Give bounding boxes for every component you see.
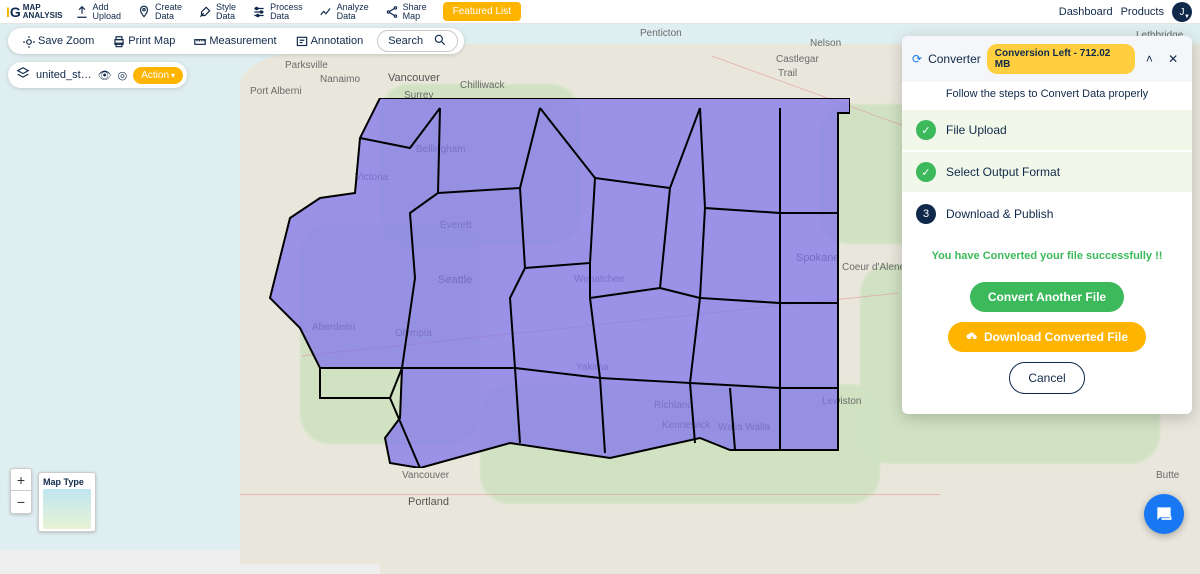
panel-subtitle: Follow the steps to Convert Data properl… [902, 82, 1192, 110]
avatar[interactable]: J [1172, 2, 1192, 22]
layer-action-button[interactable]: Action [133, 67, 183, 84]
measurement-button[interactable]: Measurement [185, 28, 284, 54]
top-toolbar: IG MAP ANALYSIS AddUpload CreateData Sty… [0, 0, 1200, 24]
road [240, 494, 940, 495]
map-type-thumb [43, 489, 91, 529]
step-download-publish[interactable]: 3 Download & Publish [902, 194, 1192, 236]
brush-icon [198, 5, 212, 19]
layer-name: united_st… [36, 69, 92, 81]
printer-icon [112, 35, 124, 47]
featured-list-button[interactable]: Featured List [443, 2, 521, 21]
pin-icon [137, 5, 151, 19]
nav-label: Data [337, 11, 356, 21]
nav-label: Data [155, 11, 174, 21]
zoom-in-button[interactable]: + [11, 469, 31, 491]
button-label: Download Converted File [984, 330, 1128, 344]
logo[interactable]: IG MAP ANALYSIS [6, 4, 63, 20]
refresh-icon[interactable]: ⟳ [912, 52, 922, 66]
check-icon: ✓ [916, 120, 936, 140]
annotation-button[interactable]: Annotation [287, 28, 372, 54]
nav-analyze-data[interactable]: AnalyzeData [313, 3, 375, 21]
zoom-out-button[interactable]: − [11, 491, 31, 513]
ruler-icon [193, 35, 205, 47]
zoom-control: + − [10, 468, 32, 514]
cloud-download-icon [966, 331, 978, 343]
print-map-button[interactable]: Print Map [104, 28, 183, 54]
sliders-icon [252, 5, 266, 19]
step-label: Select Output Format [946, 165, 1060, 179]
check-icon: ✓ [916, 162, 936, 182]
nav-create-data[interactable]: CreateData [131, 3, 188, 21]
converter-panel: ⟳ Converter Conversion Left - 712.02 MB … [902, 36, 1192, 414]
share-icon [385, 5, 399, 19]
convert-another-button[interactable]: Convert Another File [970, 282, 1124, 312]
toolbar-label: Annotation [311, 35, 364, 47]
step-output-format[interactable]: ✓ Select Output Format [902, 152, 1192, 194]
layer-chip: united_st… 👁 ◎ Action [8, 62, 187, 88]
dashboard-link[interactable]: Dashboard [1059, 6, 1113, 18]
map-toolbar: Save Zoom Print Map Measurement Annotati… [8, 28, 464, 54]
step-number: 3 [916, 204, 936, 224]
download-converted-button[interactable]: Download Converted File [948, 322, 1146, 352]
city-label: Penticton [640, 28, 682, 39]
logo-text-2: ANALYSIS [23, 12, 63, 20]
toolbar-label: Measurement [209, 35, 276, 47]
upload-icon [75, 5, 89, 19]
products-link[interactable]: Products [1121, 6, 1164, 18]
save-zoom-button[interactable]: Save Zoom [14, 28, 102, 54]
layer-icon [16, 66, 30, 85]
search-input[interactable]: Search [377, 30, 458, 52]
analytics-icon [319, 5, 333, 19]
panel-header: ⟳ Converter Conversion Left - 712.02 MB … [902, 36, 1192, 82]
cancel-button[interactable]: Cancel [1009, 362, 1084, 394]
logo-mark: IG [6, 4, 21, 20]
locate-icon[interactable]: ◎ [118, 69, 128, 82]
chat-launcher[interactable] [1144, 494, 1184, 534]
nav-label: Data [216, 11, 235, 21]
toolbar-label: Print Map [128, 35, 175, 47]
visibility-icon[interactable]: 👁 [98, 69, 112, 82]
nav-add-upload[interactable]: AddUpload [69, 3, 128, 21]
steps-list: ✓ File Upload ✓ Select Output Format 3 D… [902, 110, 1192, 236]
nav-process-data[interactable]: ProcessData [246, 3, 309, 21]
nav-label: Map [403, 11, 421, 21]
search-icon [433, 33, 447, 50]
toolbar-label: Save Zoom [38, 35, 94, 47]
quota-badge: Conversion Left - 712.02 MB [987, 44, 1135, 74]
chat-icon [1154, 504, 1174, 524]
header-right: Dashboard Products J [1059, 0, 1192, 24]
panel-title: Converter [928, 52, 981, 66]
close-icon[interactable]: ✕ [1164, 52, 1182, 66]
map-type-label: Map Type [43, 477, 91, 487]
search-placeholder: Search [388, 35, 423, 47]
tool-items: AddUpload CreateData StyleData ProcessDa… [69, 2, 522, 21]
collapse-icon[interactable]: ˄ [1141, 52, 1159, 66]
nav-style-data[interactable]: StyleData [192, 3, 242, 21]
state-overlay [260, 98, 850, 468]
nav-share-map[interactable]: ShareMap [379, 3, 433, 21]
nav-label: Upload [93, 11, 122, 21]
annotation-icon [295, 35, 307, 47]
nav-label: Data [270, 11, 289, 21]
panel-actions: Convert Another File Download Converted … [902, 276, 1192, 414]
map-type-selector[interactable]: Map Type [38, 472, 96, 532]
step-label: Download & Publish [946, 207, 1053, 221]
target-icon [22, 35, 34, 47]
success-message: You have Converted your file successfull… [902, 236, 1192, 276]
step-label: File Upload [946, 123, 1007, 137]
step-file-upload[interactable]: ✓ File Upload [902, 110, 1192, 152]
